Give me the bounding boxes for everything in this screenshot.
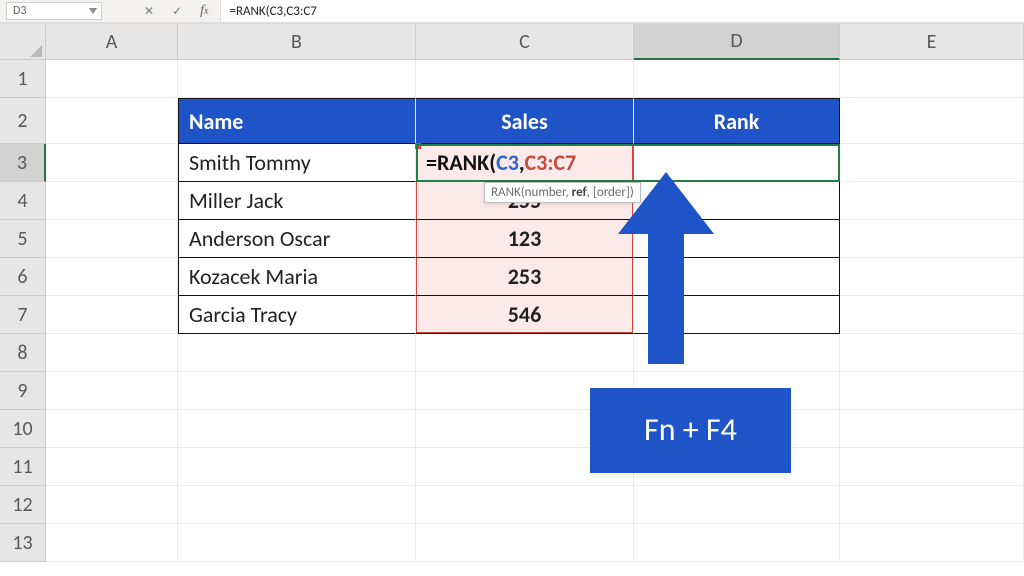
row-header[interactable]: 9 [0,372,46,410]
cell[interactable] [46,144,178,182]
dropdown-caret-icon[interactable] [89,4,97,18]
cell[interactable] [46,486,178,524]
enter-icon[interactable]: ✓ [172,4,182,19]
cell[interactable] [178,60,416,98]
cell[interactable] [840,448,1024,486]
table-cell-sales[interactable]: 123 [416,220,634,258]
cell[interactable] [840,182,1024,220]
row-header[interactable]: 7 [0,296,46,334]
name-box[interactable]: D3 [6,2,102,20]
cell[interactable] [840,334,1024,372]
inline-formula: =RANK(C3,C3:C7 [416,144,633,181]
col-header-E[interactable]: E [840,24,1024,60]
cell[interactable] [46,98,178,144]
cell[interactable] [46,296,178,334]
cell[interactable] [46,448,178,486]
cell[interactable] [840,220,1024,258]
cell[interactable] [634,524,840,562]
table-header-sales[interactable]: Sales [416,98,634,144]
table-cell-name[interactable]: Miller Jack [178,182,416,220]
cell[interactable] [416,60,634,98]
cell[interactable] [840,144,1024,182]
cell[interactable] [840,296,1024,334]
table-cell-sales[interactable]: 253 [416,258,634,296]
fx-icon[interactable]: fx [200,3,208,19]
formula-bar: D3 ✕ ✓ fx =RANK(C3,C3:C7 [0,0,1024,24]
table-cell-name[interactable]: Anderson Oscar [178,220,416,258]
col-header-C[interactable]: C [416,24,634,60]
shortcut-callout: Fn + F4 [590,388,791,473]
row-header[interactable]: 5 [0,220,46,258]
row-header[interactable]: 2 [0,98,46,144]
table-cell-sales[interactable]: 453 =RANK(C3,C3:C7 [416,144,634,182]
cell[interactable] [840,60,1024,98]
formula-bar-input[interactable]: =RANK(C3,C3:C7 [220,0,1024,22]
cell[interactable] [46,182,178,220]
row-header[interactable]: 6 [0,258,46,296]
col-header-A[interactable]: A [46,24,178,60]
cell[interactable] [46,410,178,448]
col-header-B[interactable]: B [178,24,416,60]
table-cell-sales[interactable]: 546 [416,296,634,334]
formula-bar-text: =RANK(C3,C3:C7 [229,4,316,19]
cell[interactable] [634,486,840,524]
cell[interactable] [416,524,634,562]
cell[interactable] [178,372,416,410]
col-header-D[interactable]: D [634,24,840,60]
row-header[interactable]: 8 [0,334,46,372]
spreadsheet-grid[interactable]: A B C D E 1 2 Name Sales Rank 3 Smith To… [0,24,1024,562]
cell[interactable] [46,524,178,562]
cell[interactable] [46,220,178,258]
cell[interactable] [178,524,416,562]
select-all-corner[interactable] [0,24,46,60]
row-header[interactable]: 13 [0,524,46,562]
table-header-rank[interactable]: Rank [634,98,840,144]
table-header-name[interactable]: Name [178,98,416,144]
table-cell-name[interactable]: Garcia Tracy [178,296,416,334]
cell[interactable] [840,524,1024,562]
cell[interactable] [46,372,178,410]
cell[interactable] [178,334,416,372]
table-cell-name[interactable]: Kozacek Maria [178,258,416,296]
name-box-value: D3 [13,4,26,18]
row-header[interactable]: 11 [0,448,46,486]
table-cell-name[interactable]: Smith Tommy [178,144,416,182]
cell[interactable] [178,448,416,486]
row-header[interactable]: 1 [0,60,46,98]
cell[interactable] [634,60,840,98]
cell[interactable] [46,334,178,372]
cell[interactable] [840,410,1024,448]
cell[interactable] [46,258,178,296]
up-arrow-icon [618,172,714,364]
cell[interactable] [416,486,634,524]
cell[interactable] [840,486,1024,524]
cancel-icon[interactable]: ✕ [144,4,154,19]
column-headers: A B C D E [0,24,1024,60]
cell[interactable] [178,486,416,524]
cell[interactable] [46,60,178,98]
row-header[interactable]: 4 [0,182,46,220]
cell[interactable] [840,258,1024,296]
row-header[interactable]: 12 [0,486,46,524]
row-header[interactable]: 10 [0,410,46,448]
cell[interactable] [416,334,634,372]
row-header[interactable]: 3 [0,144,46,182]
cell[interactable] [840,98,1024,144]
cell[interactable] [840,372,1024,410]
cell[interactable] [178,410,416,448]
